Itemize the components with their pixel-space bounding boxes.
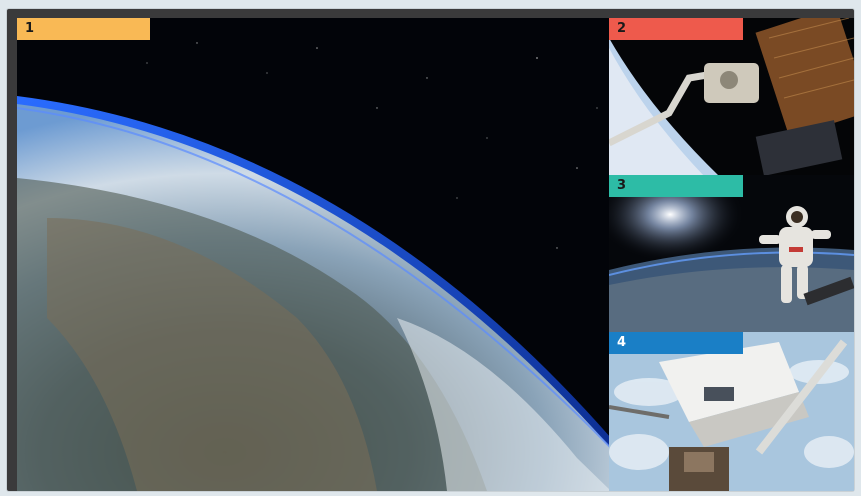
pane-number-label: 4 (609, 332, 743, 354)
spacewalk-arm-image (609, 18, 854, 176)
astronaut-image (609, 175, 854, 333)
pane-number-label: 1 (17, 18, 150, 40)
multiview-monitor: 1 2 3 4 (7, 9, 854, 491)
video-pane-4[interactable]: 4 (609, 332, 854, 491)
pane-number-label: 2 (609, 18, 743, 40)
video-pane-2[interactable]: 2 (609, 18, 854, 176)
shuttle-docking-image (609, 332, 854, 491)
pane-number-label: 3 (609, 175, 743, 197)
earth-orbit-image (17, 18, 611, 491)
video-pane-3[interactable]: 3 (609, 175, 854, 333)
video-pane-1[interactable]: 1 (17, 18, 611, 491)
